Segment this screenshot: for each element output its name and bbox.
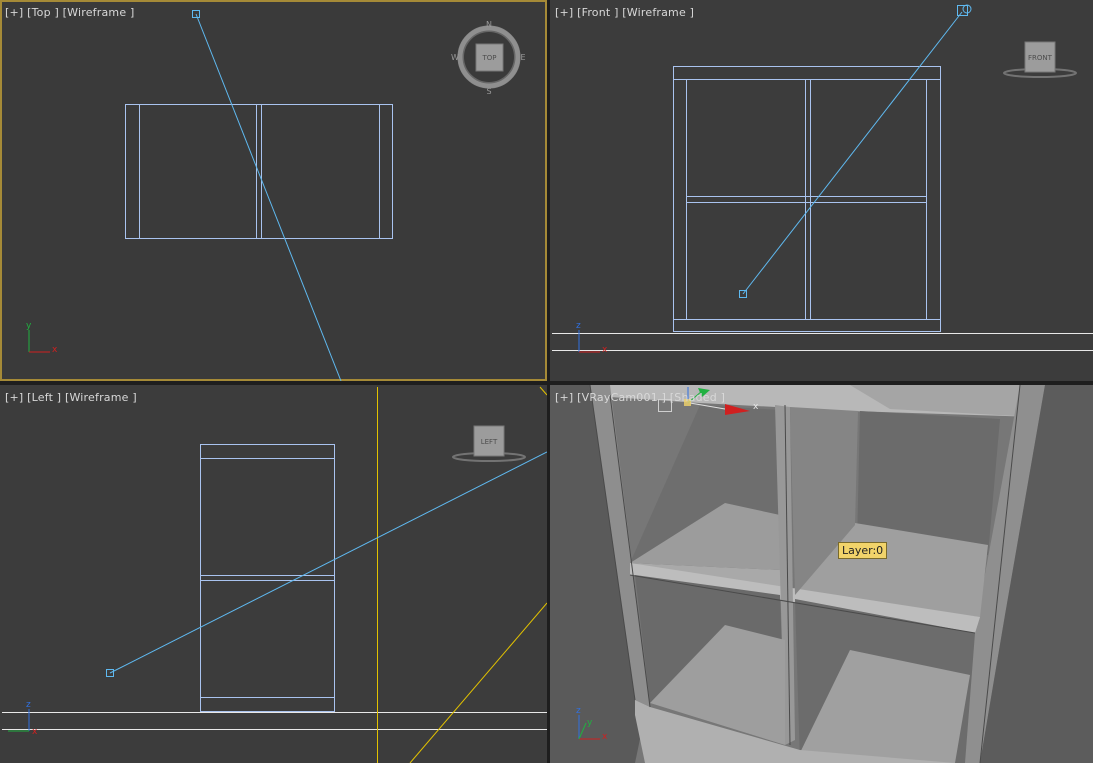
axis-x-label: x [52,345,58,355]
axis-z-label: z [576,706,581,716]
axis-z-label: z [576,321,581,331]
viewport-camera[interactable]: x z y x [+] [VRayCam001 ] [Shaded ] Laye… [550,385,1093,763]
viewport-label-front[interactable]: [+] [Front ] [Wireframe ] [555,6,694,19]
camera-line [742,11,963,295]
viewcube-left-label: LEFT [481,438,498,446]
light-line-3 [539,386,547,396]
camera-line [109,451,547,674]
axis-gizmo-front: z x [576,321,608,355]
camera-canvas[interactable]: x z y x [550,385,1093,763]
shelf-wireframe [673,66,941,332]
viewport-label-left[interactable]: [+] [Left ] [Wireframe ] [5,391,137,404]
front-canvas[interactable]: FRONT z x [550,0,1093,381]
viewcube-front-label: FRONT [1028,54,1053,62]
compass-s: S [486,87,491,96]
gizmo-x-label: x [753,402,759,412]
viewport-front[interactable]: FRONT z x [+] [Front ] [Wireframe ] [550,0,1093,381]
axis-y-label: y [587,718,593,728]
axis-x-label: x [32,727,38,737]
compass-e: E [520,53,525,62]
shelf-wireframe [200,444,335,712]
layer-tooltip: Layer:0 [838,542,888,559]
viewcube-left[interactable]: LEFT [452,425,526,462]
viewport-label-top[interactable]: [+] [Top ] [Wireframe ] [5,6,134,19]
light-line-2 [409,602,547,763]
axis-gizmo-left: z x [8,700,38,737]
axis-x-label: x [602,345,608,355]
viewcube-front[interactable]: FRONT [1003,41,1077,78]
axis-gizmo-top: y x [26,321,58,355]
axis-x-label: x [602,732,608,742]
axis-y-label: y [26,321,32,331]
viewport-left[interactable]: LEFT z x [+] [Left ] [Wireframe ] [0,385,547,763]
compass-n: N [486,20,492,29]
shelf-wireframe [125,104,393,239]
camera-line [195,13,342,381]
camera-icon[interactable] [957,4,972,16]
top-canvas[interactable]: TOP N S E W y x [0,0,547,381]
axis-z-label: z [26,700,31,710]
viewcube-top-label: TOP [481,54,496,62]
viewcube-top[interactable]: TOP N S E W [451,20,525,96]
compass-w: W [451,53,459,62]
viewport-label-camera[interactable]: [+] [VRayCam001 ] [Shaded ] [555,391,725,404]
left-canvas[interactable]: LEFT z x [0,385,547,763]
viewport-top[interactable]: TOP N S E W y x [+] [Top ] [Wireframe ] [0,0,547,381]
